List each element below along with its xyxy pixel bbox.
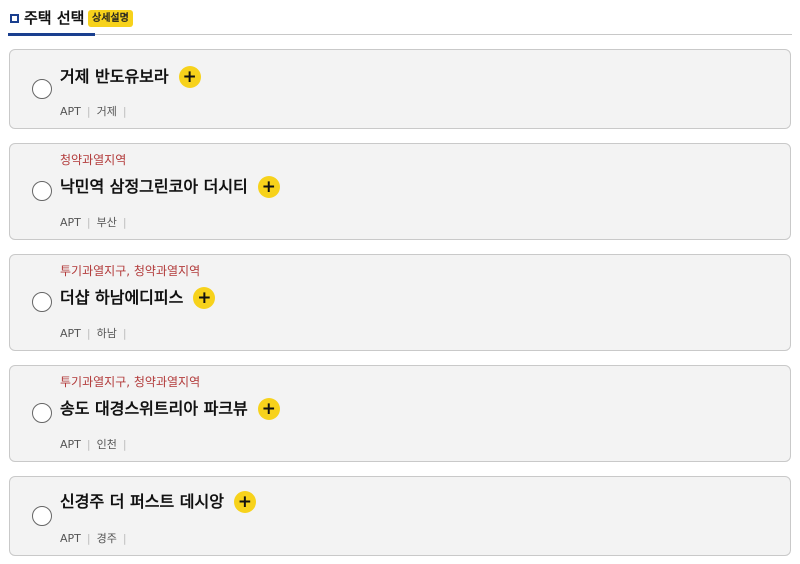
- listing-card[interactable]: 거제 반도유보라 + APT | 거제 |: [9, 49, 791, 129]
- listing-tag: 투기과열지구, 청약과열지역: [60, 375, 201, 389]
- meta-separator: |: [86, 532, 91, 545]
- radio-icon[interactable]: [32, 506, 52, 526]
- radio-icon[interactable]: [32, 292, 52, 312]
- listing-card[interactable]: 투기과열지구, 청약과열지역 더샵 하남에디피스 + APT | 하남 |: [9, 254, 791, 351]
- active-tab-underline: [8, 33, 95, 36]
- listing-name: 거제 반도유보라 +: [60, 66, 201, 88]
- listing-name-text: 신경주 더 퍼스트 데시앙: [60, 492, 224, 511]
- listing-name: 신경주 더 퍼스트 데시앙 +: [60, 491, 256, 513]
- listing-meta: APT | 경주 |: [60, 532, 133, 546]
- listing-meta: APT | 인천 |: [60, 438, 133, 452]
- meta-separator: |: [122, 438, 127, 451]
- listing-region: 부산: [96, 216, 117, 229]
- header-divider: [95, 34, 792, 35]
- meta-separator: |: [122, 216, 127, 229]
- listing-region: 거제: [96, 105, 117, 118]
- radio-icon[interactable]: [32, 403, 52, 423]
- listing-name-text: 낙민역 삼정그린코아 더시티: [60, 177, 248, 196]
- plus-icon[interactable]: +: [233, 491, 256, 513]
- listing-region: 하남: [96, 327, 117, 340]
- meta-separator: |: [122, 532, 127, 545]
- meta-separator: |: [122, 105, 127, 118]
- listing-card[interactable]: 신경주 더 퍼스트 데시앙 + APT | 경주 |: [9, 476, 791, 556]
- plus-icon[interactable]: +: [257, 176, 280, 198]
- listing-type: APT: [60, 105, 81, 118]
- listing-name: 낙민역 삼정그린코아 더시티 +: [60, 176, 280, 198]
- radio-icon[interactable]: [32, 181, 52, 201]
- listing-tag: 투기과열지구, 청약과열지역: [60, 264, 201, 278]
- meta-separator: |: [86, 216, 91, 229]
- listing-region: 경주: [96, 532, 117, 545]
- listing-meta: APT | 부산 |: [60, 216, 133, 230]
- section-bullet-icon: [10, 14, 19, 23]
- plus-icon[interactable]: +: [193, 287, 216, 309]
- section-header: 주택 선택 상세설명: [8, 8, 792, 36]
- meta-separator: |: [86, 327, 91, 340]
- listing-name: 송도 대경스위트리아 파크뷰 +: [60, 398, 280, 420]
- meta-separator: |: [122, 327, 127, 340]
- listing-card[interactable]: 투기과열지구, 청약과열지역 송도 대경스위트리아 파크뷰 + APT | 인천 |: [9, 365, 791, 462]
- listing-card[interactable]: 청약과열지역 낙민역 삼정그린코아 더시티 + APT | 부산 |: [9, 143, 791, 240]
- listing-meta: APT | 하남 |: [60, 327, 133, 341]
- meta-separator: |: [86, 438, 91, 451]
- listing-type: APT: [60, 327, 81, 340]
- meta-separator: |: [86, 105, 91, 118]
- listing-name-text: 더샵 하남에디피스: [60, 288, 184, 307]
- listing-tag: 청약과열지역: [60, 153, 127, 167]
- listing-name: 더샵 하남에디피스 +: [60, 287, 216, 309]
- plus-icon[interactable]: +: [257, 398, 280, 420]
- plus-icon[interactable]: +: [178, 66, 201, 88]
- radio-icon[interactable]: [32, 79, 52, 99]
- section-title: 주택 선택: [24, 9, 85, 27]
- listing-name-text: 송도 대경스위트리아 파크뷰: [60, 399, 248, 418]
- listing-name-text: 거제 반도유보라: [60, 67, 169, 86]
- listing-meta: APT | 거제 |: [60, 105, 133, 119]
- listing-type: APT: [60, 532, 81, 545]
- listing-type: APT: [60, 216, 81, 229]
- detail-badge[interactable]: 상세설명: [88, 10, 133, 27]
- listing-type: APT: [60, 438, 81, 451]
- listing-region: 인천: [96, 438, 117, 451]
